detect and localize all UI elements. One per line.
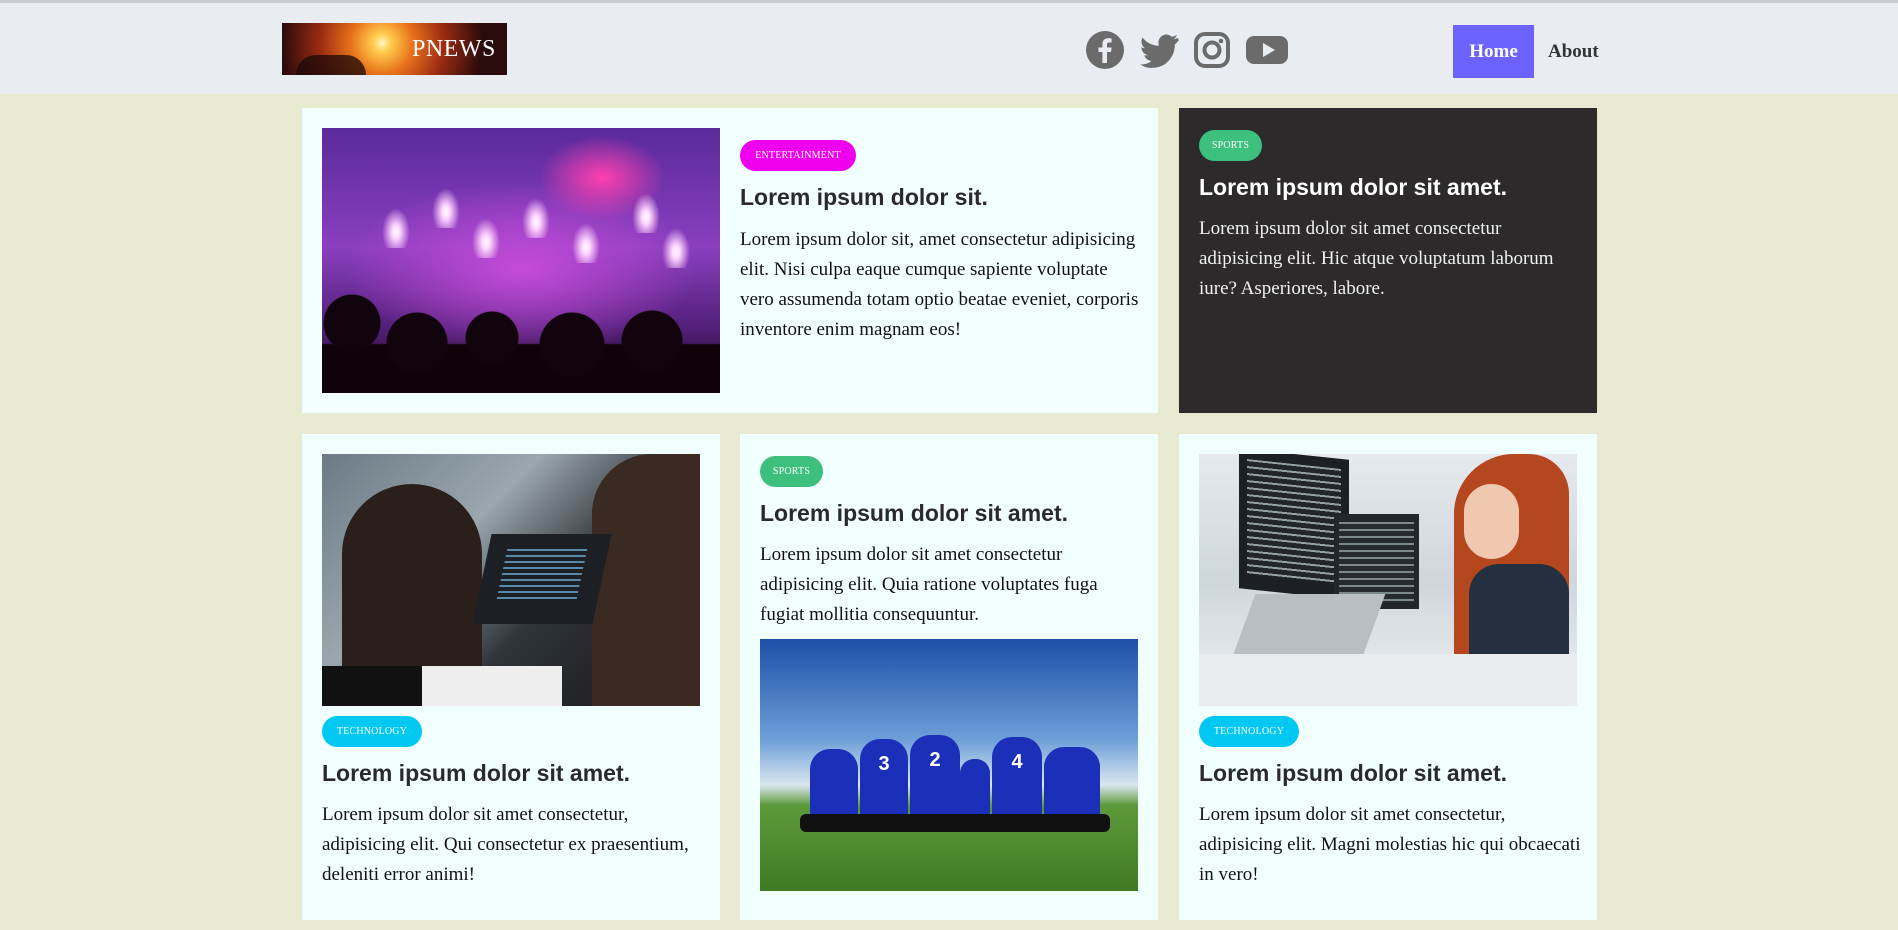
article-card-technology-1[interactable]: TECHNOLOGY Lorem ipsum dolor sit amet. L… [302,434,720,920]
article-body: Lorem ipsum dolor sit, amet consectetur … [740,229,1139,340]
article-body: Lorem ipsum dolor sit amet consectetur, … [322,804,689,885]
twitter-icon[interactable] [1138,29,1180,71]
article-card-entertainment[interactable]: ENTERTAINMENT Lorem ipsum dolor sit. Lor… [302,108,1158,413]
article-card-sports-2[interactable]: SPORTS Lorem ipsum dolor sit amet. Lorem… [740,434,1158,920]
article-title[interactable]: Lorem ipsum dolor sit amet. [760,500,1068,527]
logo[interactable]: PNEWS [282,23,507,75]
article-title[interactable]: Lorem ipsum dolor sit amet. [1199,174,1507,201]
jersey-number: 3 [860,739,908,819]
article-title[interactable]: Lorem ipsum dolor sit amet. [1199,760,1507,787]
laptop-image [322,454,700,706]
article-body: Lorem ipsum dolor sit amet consectetur a… [760,544,1098,625]
logo-text: PNEWS [412,36,496,62]
category-badge[interactable]: TECHNOLOGY [322,716,422,747]
jersey-number: 2 [910,735,960,819]
instagram-icon[interactable] [1193,29,1231,71]
site-header: PNEWS Home About [0,0,1898,94]
article-body: Lorem ipsum dolor sit amet consectetur, … [1199,804,1581,885]
nav-home[interactable]: Home [1453,25,1534,78]
soccer-team-image: 3 2 4 [760,639,1138,891]
concert-image [322,128,720,393]
article-body: Lorem ipsum dolor sit amet consectetur a… [1199,218,1554,299]
category-badge[interactable]: ENTERTAINMENT [740,140,856,171]
category-badge[interactable]: SPORTS [760,456,823,487]
nav-about[interactable]: About [1548,25,1599,78]
article-title[interactable]: Lorem ipsum dolor sit amet. [322,760,630,787]
office-image [1199,454,1577,706]
article-title[interactable]: Lorem ipsum dolor sit. [740,184,988,211]
category-badge[interactable]: SPORTS [1199,130,1262,161]
category-badge[interactable]: TECHNOLOGY [1199,716,1299,747]
article-card-sports-featured[interactable]: SPORTS Lorem ipsum dolor sit amet. Lorem… [1179,108,1597,413]
facebook-icon[interactable] [1085,29,1125,71]
article-card-technology-2[interactable]: TECHNOLOGY Lorem ipsum dolor sit amet. L… [1179,434,1597,920]
jersey-number: 4 [992,737,1042,819]
youtube-icon[interactable] [1245,29,1289,71]
logo-silhouette [296,55,366,75]
